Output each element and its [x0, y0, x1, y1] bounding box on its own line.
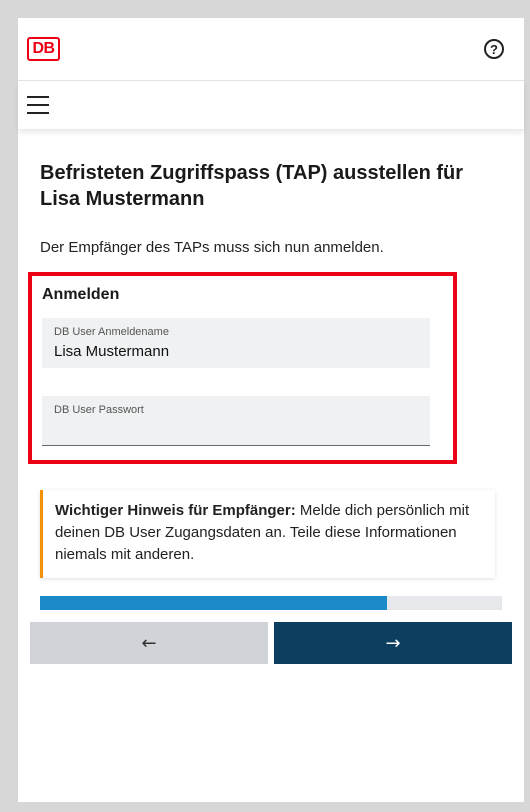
notice-bold: Wichtiger Hinweis für Empfänger:	[55, 502, 296, 519]
login-section: Anmelden DB User Anmeldename Lisa Muster…	[28, 272, 457, 464]
intro-text: Der Empfänger des TAPs muss sich nun anm…	[40, 239, 384, 256]
notice-box: Wichtiger Hinweis für Empfänger: Melde d…	[40, 490, 495, 578]
hamburger-menu-icon[interactable]	[27, 96, 49, 114]
db-logo[interactable]: DB	[27, 37, 60, 61]
main-content: Befristeten Zugriffspass (TAP) ausstelle…	[18, 130, 524, 664]
page-title: Befristeten Zugriffspass (TAP) ausstelle…	[40, 162, 464, 210]
progress-bar	[40, 596, 502, 610]
help-icon[interactable]: ?	[484, 39, 504, 59]
app-screen: DB ? Befristeten Zugriffspass (TAP) auss…	[18, 18, 524, 802]
password-field[interactable]: DB User Passwort	[42, 396, 430, 446]
login-heading: Anmelden	[42, 286, 120, 303]
username-field[interactable]: DB User Anmeldename Lisa Mustermann	[42, 318, 430, 368]
username-label: DB User Anmeldename	[54, 326, 169, 338]
top-bar: DB ?	[18, 18, 524, 81]
back-button[interactable]: ←	[30, 622, 268, 664]
password-label: DB User Passwort	[54, 404, 144, 416]
username-value[interactable]: Lisa Mustermann	[54, 343, 418, 360]
progress-fill	[40, 596, 387, 610]
menu-bar	[18, 81, 524, 130]
next-button[interactable]: →	[274, 622, 512, 664]
nav-buttons: ← →	[30, 622, 512, 664]
